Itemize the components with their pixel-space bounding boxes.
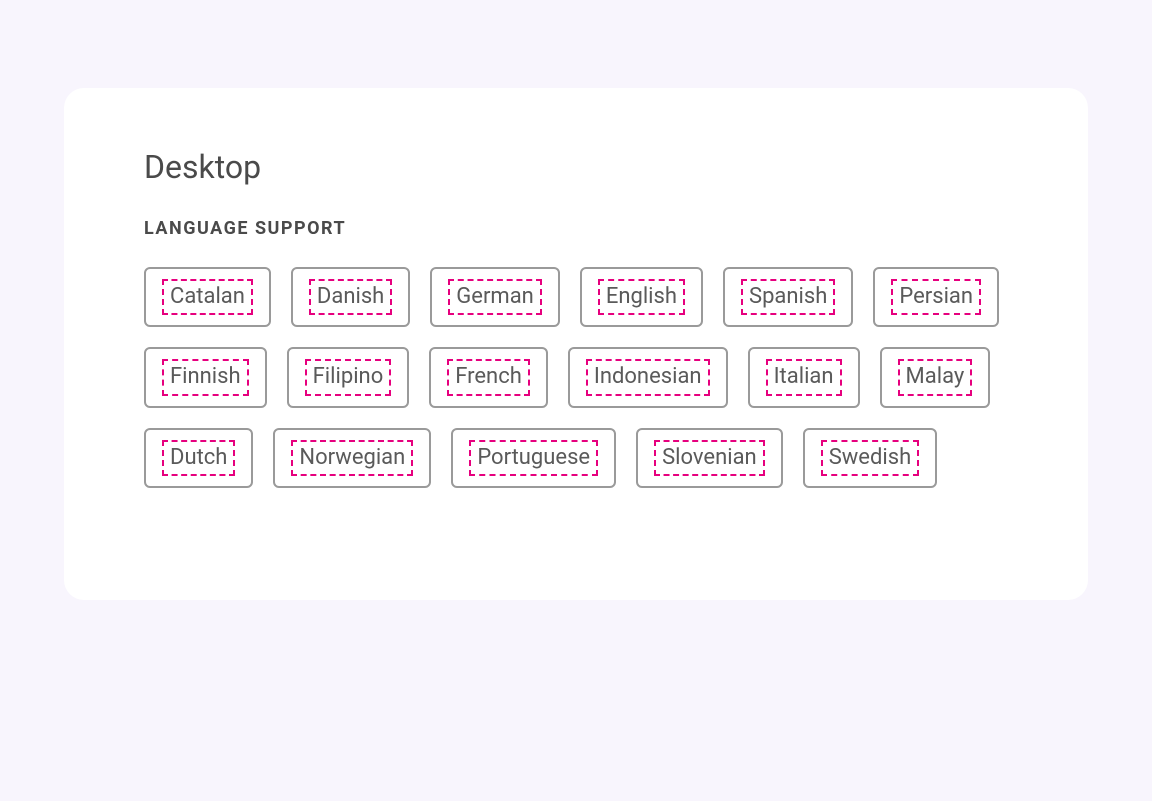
language-tag[interactable]: Filipino	[287, 347, 410, 407]
language-tag[interactable]: Slovenian	[636, 428, 783, 488]
language-tag-label: Filipino	[305, 359, 392, 395]
language-tag[interactable]: Persian	[873, 267, 999, 327]
section-label: LANGUAGE SUPPORT	[144, 218, 1008, 239]
card: Desktop LANGUAGE SUPPORT Catalan Danish …	[64, 88, 1088, 600]
language-tag[interactable]: Dutch	[144, 428, 253, 488]
language-tag[interactable]: Malay	[880, 347, 991, 407]
language-tag-label: Portuguese	[469, 440, 598, 476]
language-tag-label: Dutch	[162, 440, 235, 476]
card-title: Desktop	[144, 148, 1008, 186]
language-tag-label: Indonesian	[586, 359, 710, 395]
language-tag[interactable]: Italian	[748, 347, 860, 407]
language-tag[interactable]: Danish	[291, 267, 410, 327]
language-tag[interactable]: Portuguese	[451, 428, 616, 488]
language-tag-label: Slovenian	[654, 440, 765, 476]
language-tag-label: Spanish	[741, 279, 835, 315]
language-tag-label: English	[598, 279, 685, 315]
language-tag[interactable]: Catalan	[144, 267, 271, 327]
language-tag-label: Norwegian	[291, 440, 413, 476]
language-tag-label: Malay	[898, 359, 973, 395]
language-tag[interactable]: Indonesian	[568, 347, 728, 407]
language-tag-label: French	[447, 359, 530, 395]
language-tag-group: Catalan Danish German English Spanish Pe…	[144, 267, 1008, 488]
language-tag[interactable]: Finnish	[144, 347, 267, 407]
language-tag-label: Persian	[891, 279, 981, 315]
language-tag[interactable]: French	[429, 347, 548, 407]
language-tag[interactable]: English	[580, 267, 703, 327]
language-tag-label: Finnish	[162, 359, 249, 395]
language-tag-label: German	[448, 279, 542, 315]
language-tag-label: Danish	[309, 279, 392, 315]
language-tag[interactable]: Norwegian	[273, 428, 431, 488]
language-tag[interactable]: Spanish	[723, 267, 853, 327]
language-tag[interactable]: German	[430, 267, 560, 327]
language-tag[interactable]: Swedish	[803, 428, 938, 488]
language-tag-label: Italian	[766, 359, 842, 395]
language-tag-label: Catalan	[162, 279, 253, 315]
language-tag-label: Swedish	[821, 440, 920, 476]
